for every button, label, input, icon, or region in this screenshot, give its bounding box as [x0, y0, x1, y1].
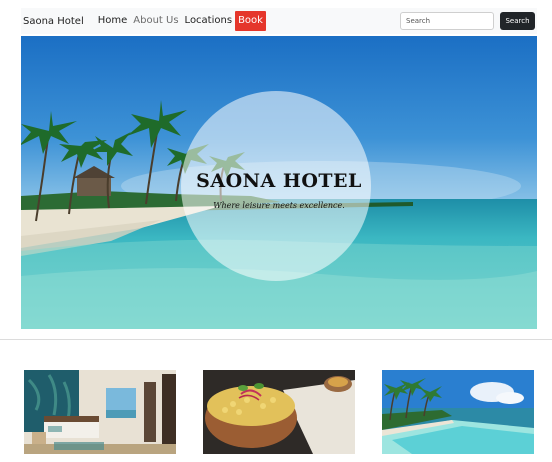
card-image-room[interactable] — [24, 370, 176, 454]
navbar: Saona Hotel Home About Us Locations Book… — [21, 8, 537, 34]
nav-link-book[interactable]: Book — [235, 11, 266, 31]
nav-link-about-us[interactable]: About Us — [130, 11, 181, 31]
search-input[interactable] — [400, 12, 494, 30]
section-divider — [0, 339, 552, 340]
hero-banner: SAONA HOTEL Where leisure meets excellen… — [21, 36, 537, 329]
beach-pool-photo — [382, 370, 534, 454]
nav-link-home[interactable]: Home — [95, 11, 131, 31]
hero-title: SAONA HOTEL — [196, 170, 362, 192]
card-image-beach[interactable] — [382, 370, 534, 454]
nav-link-locations[interactable]: Locations — [182, 11, 236, 31]
search-button[interactable]: Search — [500, 12, 535, 30]
food-bowl-photo — [203, 370, 355, 454]
hotel-room-photo — [24, 370, 176, 454]
hero-tagline: Where leisure meets excellence. — [213, 201, 345, 210]
card-image-food[interactable] — [203, 370, 355, 454]
brand-link[interactable]: Saona Hotel — [23, 16, 84, 27]
